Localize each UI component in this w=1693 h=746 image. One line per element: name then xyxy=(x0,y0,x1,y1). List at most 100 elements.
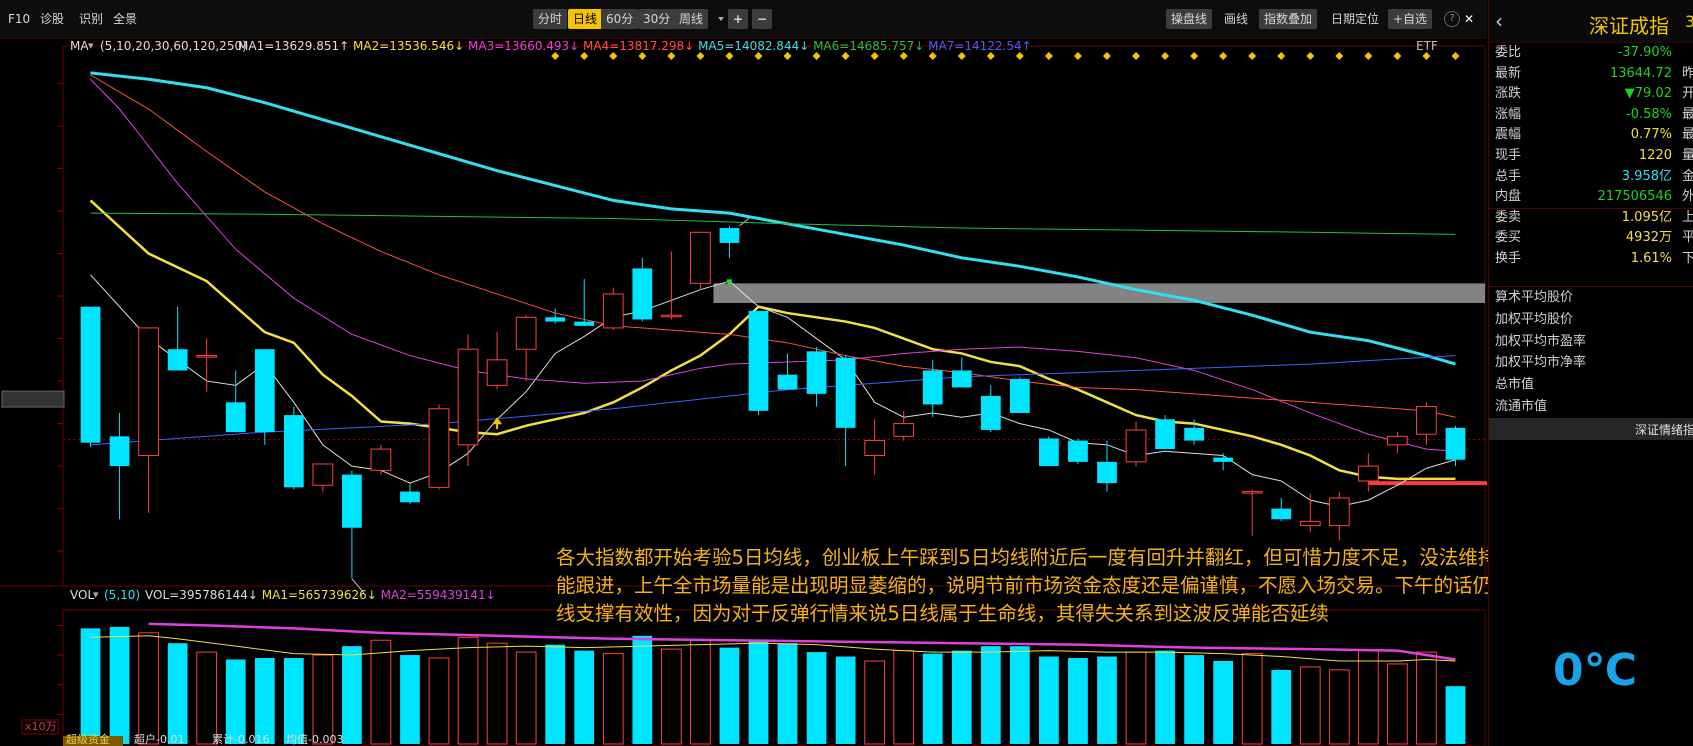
signal-diamond xyxy=(580,52,589,60)
period-tab-30min[interactable]: 30分 xyxy=(638,9,676,29)
quote-row-right-label: 开 xyxy=(1682,86,1693,102)
quote-link[interactable]: 加权平均股价 xyxy=(1489,309,1693,331)
volume-bar xyxy=(602,653,624,745)
index-overlay-dropdown[interactable]: 指数叠加 xyxy=(1259,9,1318,29)
quote-row-right-label: 金 xyxy=(1682,168,1693,184)
volume-bar xyxy=(835,656,856,744)
etf-label[interactable]: ETF xyxy=(1416,39,1438,53)
volume-bar xyxy=(1299,666,1321,745)
candle-body xyxy=(400,491,420,503)
period-tab-daily[interactable]: 日线 xyxy=(568,9,603,29)
volume-bar xyxy=(1068,658,1088,744)
candle-body xyxy=(1125,429,1147,463)
bottom-text-2: 累计-0.016 xyxy=(212,733,269,746)
candle-body xyxy=(893,423,915,437)
quote-link-label: 加权平均股价 xyxy=(1495,311,1574,327)
quote-row-value: -37.90% xyxy=(1617,45,1672,60)
quote-row-label: 委买 xyxy=(1495,230,1522,246)
volume-bar xyxy=(486,642,508,745)
date-locate-button[interactable]: 日期定位 xyxy=(1331,9,1379,29)
bottom-text-3: 均值-0.003 xyxy=(286,733,343,746)
signal-diamond xyxy=(783,52,792,60)
candle-body xyxy=(428,408,450,488)
sentiment-bar[interactable]: 深证情绪指 xyxy=(1489,418,1693,440)
period-tab-60min[interactable]: 60分 xyxy=(601,9,639,29)
kline-chart[interactable]: MA ▾ (5,10,20,30,60,120,250) MA1=13629.8… xyxy=(0,38,1487,746)
signal-diamond xyxy=(551,52,560,60)
candle-body xyxy=(835,357,856,428)
vol-legend: VOL ▾ (5,10) VOL=395786144↓ MA1=56573962… xyxy=(70,588,496,602)
draw-line-button[interactable]: 画线 xyxy=(1224,9,1248,29)
signal-diamond xyxy=(638,52,647,60)
ma-line-ma3 xyxy=(90,78,1456,452)
legend-item: MA1=13629.851↑ xyxy=(238,39,349,53)
price-range-band xyxy=(713,283,1485,303)
ma-legend-arrow-icon: ▾ xyxy=(88,39,94,52)
signal-diamond xyxy=(1190,52,1199,60)
volume-bar xyxy=(254,658,275,744)
quote-link[interactable]: 算术平均股价 xyxy=(1489,287,1693,309)
volume-bar xyxy=(1445,686,1466,744)
quote-row-value: ▼79.02 xyxy=(1624,86,1672,102)
collapse-panel-icon[interactable]: ✕ xyxy=(1464,9,1474,29)
vol-legend-values: VOL=395786144↓ MA1=565739626↓ MA2=559439… xyxy=(145,588,496,602)
diagnose-button[interactable]: 诊股 xyxy=(40,9,64,29)
quote-link[interactable]: 总市值 xyxy=(1489,374,1693,396)
trade-line-dropdown[interactable]: 操盘线 xyxy=(1166,9,1213,29)
quote-row-right-label: 平 xyxy=(1682,230,1693,246)
quote-row-value: 217506546 xyxy=(1597,189,1672,205)
signal-diamond xyxy=(1335,52,1344,60)
candle-body xyxy=(515,316,537,350)
signal-diamond xyxy=(1044,52,1053,60)
quote-row-label: 涨跌 xyxy=(1495,86,1522,102)
signal-markers xyxy=(551,52,1460,60)
volume-bar xyxy=(1328,669,1350,745)
candle-body xyxy=(1416,406,1437,435)
volume-bar xyxy=(1125,651,1147,745)
chart-annotations xyxy=(351,217,750,594)
volume-bar xyxy=(545,644,566,744)
quote-row-value: 4932万 xyxy=(1625,230,1672,246)
quote-row-label: 最新 xyxy=(1495,65,1522,81)
legend-item: MA5=14082.844↓ xyxy=(694,39,809,53)
quote-row: 委买 4932万平 xyxy=(1489,227,1693,249)
quote-link[interactable]: 加权平均市盈率 xyxy=(1489,331,1693,353)
signal-diamond xyxy=(899,52,908,60)
bottom-tab[interactable]: 超级资金 xyxy=(66,732,110,746)
quote-link[interactable]: 加权平均市净率 xyxy=(1489,352,1693,374)
zoom-in-button[interactable]: + xyxy=(728,9,749,29)
candle-body xyxy=(1357,465,1379,482)
help-icon[interactable]: ? xyxy=(1444,11,1460,27)
add-watchlist-dropdown[interactable]: +自选 xyxy=(1388,9,1433,29)
period-dropdown-icon[interactable] xyxy=(718,17,724,21)
volume-bar xyxy=(922,653,943,744)
panorama-button[interactable]: 全景 xyxy=(113,9,137,29)
recognize-button[interactable]: 识别 xyxy=(79,9,103,29)
volume-bar xyxy=(748,640,769,744)
candle-body xyxy=(1068,440,1088,462)
volume-bar xyxy=(806,652,827,744)
quote-row-value: 1.095亿 xyxy=(1621,209,1672,225)
volume-bar xyxy=(109,626,130,744)
signal-diamond xyxy=(957,52,966,60)
legend-item: MA6=14685.757↓ xyxy=(809,39,924,53)
quote-row-value: 13644.72 xyxy=(1609,65,1672,81)
volume-bar xyxy=(225,659,246,744)
temperature-value: 0℃ xyxy=(1553,645,1637,696)
candle-body xyxy=(660,314,682,318)
back-arrow-icon[interactable]: ‹ xyxy=(1495,9,1503,33)
volume-bar xyxy=(80,628,101,744)
volume-bar xyxy=(283,658,304,744)
zoom-out-button[interactable]: − xyxy=(752,9,773,29)
signal-diamond xyxy=(1393,52,1402,60)
candle-body xyxy=(1241,491,1263,494)
quote-link[interactable]: 流通市值 xyxy=(1489,396,1693,418)
volume-bar xyxy=(1039,656,1059,744)
period-tab-weekly[interactable]: 周线 xyxy=(674,9,709,29)
f10-button[interactable]: F10 xyxy=(8,9,30,29)
legend-item: MA1=565739626↓ xyxy=(258,588,377,602)
legend-item: MA2=559439141↓ xyxy=(377,588,496,602)
candle-body xyxy=(777,374,798,390)
period-tab-intraday[interactable]: 分时 xyxy=(533,9,568,29)
candlesticks xyxy=(80,225,1466,579)
